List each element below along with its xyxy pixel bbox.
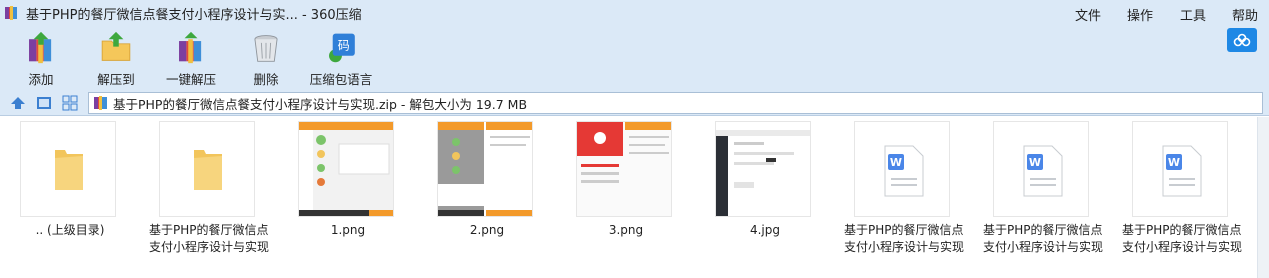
admin-screenshot-thumbnail: [716, 122, 810, 216]
menu-file[interactable]: 文件: [1075, 5, 1101, 24]
svg-text:W: W: [890, 156, 902, 169]
one-click-extract-icon: [179, 31, 202, 64]
extract-folder-icon: [101, 31, 131, 61]
menu-operate[interactable]: 操作: [1127, 5, 1153, 24]
address-text: 基于PHP的餐厅微信点餐支付小程序设计与实现.zip - 解包大小为 19.7 …: [113, 96, 528, 112]
cloud-icon: [1233, 33, 1251, 47]
image-thumb: [715, 121, 811, 217]
file-name: 3.png: [608, 223, 644, 237]
svg-text:W: W: [1168, 156, 1180, 169]
archive-language-button[interactable]: 码 压缩包语言: [306, 30, 376, 88]
grid-view-icon[interactable]: [62, 95, 78, 111]
one-click-extract-button[interactable]: 一键解压: [156, 30, 226, 88]
large-icon-view-icon[interactable]: [36, 95, 52, 111]
image-thumb: [437, 121, 533, 217]
list-item-image-2[interactable]: 2.png: [427, 121, 547, 271]
list-item-image-3[interactable]: 3.png: [566, 121, 686, 271]
word-document-icon: W: [884, 145, 924, 197]
up-arrow-icon[interactable]: [10, 95, 26, 111]
address-bar: 基于PHP的餐厅微信点餐支付小程序设计与实现.zip - 解包大小为 19.7 …: [0, 90, 1269, 116]
list-item-doc-1[interactable]: W 基于PHP的餐厅微信点餐 支付小程序设计与实现...: [844, 121, 964, 271]
add-label: 添加: [28, 72, 54, 87]
app-screenshot-thumbnail: [299, 122, 393, 216]
svg-text:码: 码: [338, 38, 350, 52]
file-name: 1.png: [330, 223, 366, 237]
list-item-doc-3[interactable]: W 基于PHP的餐厅微信点餐 支付小程序设计与实现...: [1122, 121, 1242, 271]
list-item-image-1[interactable]: 1.png: [288, 121, 408, 271]
list-item-folder[interactable]: 基于PHP的餐厅微信点餐 支付小程序设计与实现...: [149, 121, 269, 271]
language-code-icon: 码: [329, 33, 355, 63]
cloud-button[interactable]: [1227, 28, 1257, 52]
file-name: 基于PHP的餐厅微信点餐 支付小程序设计与实现...: [844, 223, 964, 254]
delete-label: 删除: [253, 72, 279, 87]
archive-language-label: 压缩包语言: [309, 72, 373, 87]
list-item-image-4[interactable]: 4.jpg: [705, 121, 825, 271]
trash-icon: [254, 35, 278, 62]
add-archive-icon: [29, 31, 52, 64]
folder-icon: [55, 150, 83, 190]
folder-thumb: [20, 121, 116, 217]
file-name: .. (上级目录): [35, 223, 105, 237]
folder-thumb: [159, 121, 255, 217]
file-name: 基于PHP的餐厅微信点餐 支付小程序设计与实现...: [983, 223, 1103, 254]
extract-to-button[interactable]: 解压到: [81, 30, 151, 88]
zip-file-icon: [93, 95, 109, 111]
toolbar: 添加 解压到 一键解压 删除 码 压缩包语言: [0, 26, 1269, 90]
image-thumb: [298, 121, 394, 217]
file-name: 基于PHP的餐厅微信点餐 支付小程序设计与实现...: [1122, 223, 1242, 254]
word-document-icon: W: [1023, 145, 1063, 197]
list-item-doc-2[interactable]: W 基于PHP的餐厅微信点餐 支付小程序设计与实现...: [983, 121, 1103, 271]
window-title: 基于PHP的餐厅微信点餐支付小程序设计与实... - 360压缩: [26, 7, 362, 23]
file-name: 4.jpg: [749, 223, 781, 237]
svg-text:W: W: [1029, 156, 1041, 169]
one-click-extract-label: 一键解压: [165, 72, 216, 87]
doc-thumb: W: [854, 121, 950, 217]
delete-button[interactable]: 删除: [231, 30, 301, 88]
address-field[interactable]: 基于PHP的餐厅微信点餐支付小程序设计与实现.zip - 解包大小为 19.7 …: [88, 92, 1263, 114]
menu-help[interactable]: 帮助: [1232, 5, 1258, 24]
word-document-icon: W: [1162, 145, 1202, 197]
add-button[interactable]: 添加: [6, 30, 76, 88]
list-item-parent-dir[interactable]: .. (上级目录): [10, 121, 130, 271]
doc-thumb: W: [993, 121, 1089, 217]
vertical-scrollbar[interactable]: [1257, 117, 1269, 278]
folder-icon: [194, 150, 222, 190]
archive-app-icon: [4, 5, 20, 21]
app-screenshot-thumbnail: [438, 122, 532, 216]
app-screenshot-thumbnail: [577, 122, 671, 216]
file-name: 2.png: [469, 223, 505, 237]
extract-to-label: 解压到: [97, 72, 135, 87]
file-name: 基于PHP的餐厅微信点餐 支付小程序设计与实现...: [149, 223, 269, 254]
menu-tools[interactable]: 工具: [1180, 5, 1206, 24]
image-thumb: [576, 121, 672, 217]
file-list: .. (上级目录) 基于PHP的餐厅微信点餐 支付小程序设计与实现... 1.p…: [0, 117, 1269, 278]
doc-thumb: W: [1132, 121, 1228, 217]
